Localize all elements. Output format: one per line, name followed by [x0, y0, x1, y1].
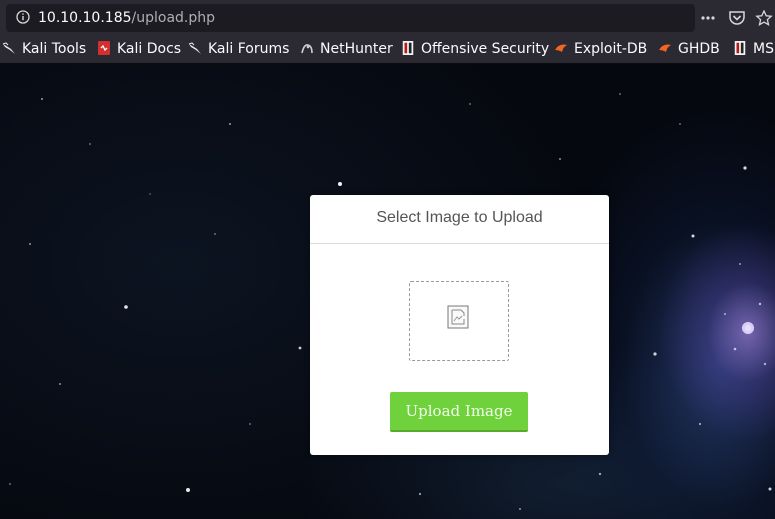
- url-host: 10.10.10.185: [38, 10, 132, 26]
- bookmark-label: Kali Tools: [22, 41, 87, 57]
- nethunter-icon: [301, 44, 313, 54]
- info-icon[interactable]: [16, 10, 30, 24]
- exploit-db-icon: [555, 44, 567, 52]
- offsec-icon: [734, 41, 746, 55]
- bookmark-offensive-security[interactable]: Offensive Security: [401, 41, 549, 58]
- bookmark-ms[interactable]: MS: [733, 41, 774, 58]
- url-text[interactable]: 10.10.10.185/upload.php: [38, 10, 215, 26]
- image-dropzone[interactable]: [409, 281, 509, 361]
- upload-image-button[interactable]: Upload Image: [390, 392, 528, 432]
- divider: [310, 243, 609, 244]
- bookmark-label: MS: [753, 41, 774, 57]
- browser-toolbar: 10.10.10.185/upload.php: [0, 0, 775, 36]
- bookmark-kali-tools[interactable]: Kali Tools: [2, 41, 86, 58]
- broken-image-icon: [447, 305, 469, 329]
- bookmark-label: Exploit-DB: [574, 41, 648, 57]
- bookmark-nethunter[interactable]: NetHunter: [300, 41, 393, 58]
- kali-docs-icon: [98, 41, 110, 55]
- bookmark-ghdb[interactable]: GHDB: [658, 41, 720, 58]
- page-background: Select Image to Upload Upload Image: [0, 64, 775, 519]
- bookmark-label: GHDB: [678, 41, 720, 57]
- upload-card: Select Image to Upload Upload Image: [310, 195, 609, 455]
- kali-dragon-icon: [188, 42, 201, 54]
- bookmark-exploit-db[interactable]: Exploit-DB: [554, 41, 647, 58]
- url-path: /upload.php: [131, 10, 216, 26]
- bookmark-kali-forums[interactable]: Kali Forums: [188, 41, 289, 58]
- offsec-icon: [402, 41, 414, 55]
- bookmark-label: Kali Forums: [208, 41, 290, 57]
- bookmark-label: NetHunter: [320, 41, 393, 57]
- bookmark-label: Kali Docs: [117, 41, 182, 57]
- bookmarks-toolbar: Kali Tools Kali Docs Kali Forums NetHunt…: [0, 36, 775, 64]
- bookmark-label: Offensive Security: [421, 41, 550, 57]
- kali-dragon-icon: [2, 42, 15, 54]
- address-bar[interactable]: 10.10.10.185/upload.php: [6, 4, 695, 32]
- bookmark-kali-docs[interactable]: Kali Docs: [97, 41, 181, 58]
- pocket-icon[interactable]: [728, 10, 746, 26]
- upload-card-title: Select Image to Upload: [376, 209, 543, 226]
- exploit-db-icon: [659, 44, 671, 52]
- page-actions-icon[interactable]: [699, 10, 717, 26]
- bookmark-star-icon[interactable]: [755, 10, 773, 26]
